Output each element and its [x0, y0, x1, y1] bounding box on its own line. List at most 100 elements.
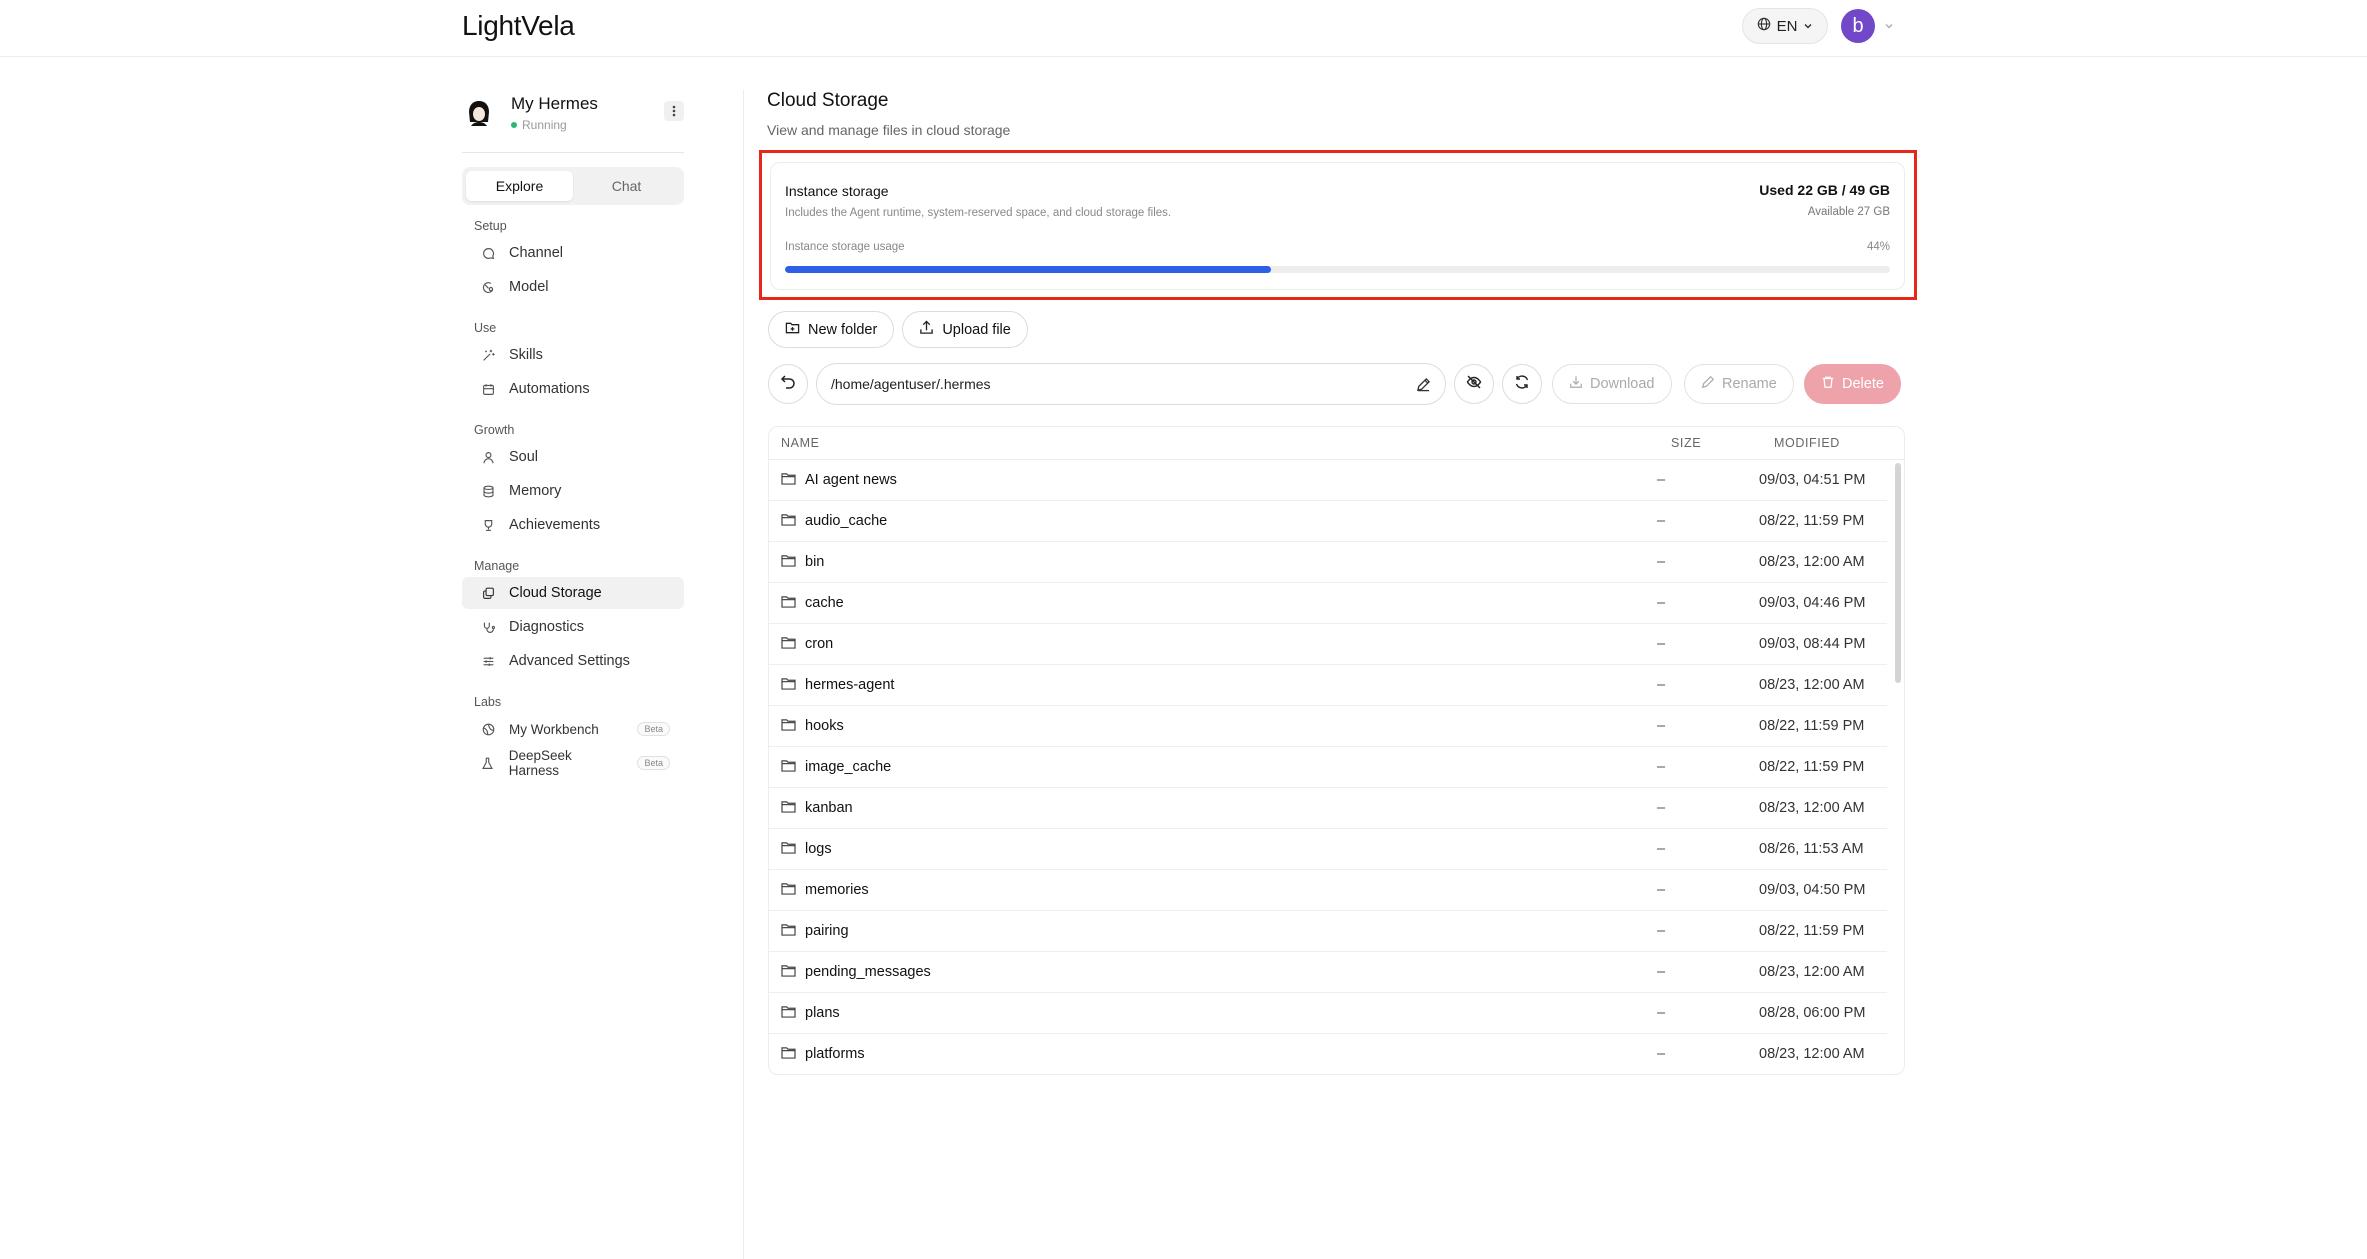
storage-available: Available 27 GB [1807, 206, 1890, 218]
tab-explore[interactable]: Explore [466, 171, 573, 201]
file-modified: 08/23, 12:00 AM [1759, 554, 1865, 570]
rename-button[interactable]: Rename [1684, 364, 1794, 404]
path-value: /home/agentuser/.hermes [831, 376, 991, 392]
storage-progress-fill [785, 266, 1272, 273]
file-size: – [1657, 636, 1666, 652]
sidebar-item-automations[interactable]: Automations [462, 373, 684, 405]
chevron-down-icon [1803, 18, 1813, 35]
sidebar-item-label: Channel [509, 245, 564, 261]
table-row[interactable]: hooks – 08/22, 11:59 PM [769, 706, 1887, 747]
app-logo[interactable]: LightVela [462, 10, 575, 42]
stethoscope-icon [481, 620, 495, 634]
path-input[interactable]: /home/agentuser/.hermes [816, 363, 1446, 405]
file-modified: 09/03, 04:51 PM [1759, 472, 1866, 488]
instance-storage-card: Instance storage Includes the Agent runt… [770, 162, 1905, 290]
file-modified: 08/28, 06:00 PM [1759, 1005, 1866, 1021]
file-modified: 08/22, 11:59 PM [1759, 759, 1865, 775]
table-row[interactable]: cache – 09/03, 04:46 PM [769, 583, 1887, 624]
agent-status: Running [511, 118, 567, 132]
file-modified: 08/23, 12:00 AM [1759, 677, 1865, 693]
storage-usage-label: Instance storage usage [785, 241, 905, 253]
upload-icon [919, 320, 934, 339]
more-options-button[interactable] [664, 101, 684, 121]
sidebar-item-memory[interactable]: Memory [462, 475, 684, 507]
toggle-hidden-button[interactable] [1454, 364, 1494, 404]
new-folder-button[interactable]: New folder [768, 311, 895, 348]
wand-icon [481, 348, 495, 362]
table-row[interactable]: plans – 08/28, 06:00 PM [769, 993, 1887, 1034]
storage-percent: 44% [1866, 241, 1890, 253]
folder-icon [781, 1046, 796, 1063]
agent-name: My Hermes [511, 94, 598, 113]
column-header-modified[interactable]: MODIFIED [1774, 436, 1840, 450]
sidebar-divider [462, 152, 684, 153]
table-row[interactable]: bin – 08/23, 12:00 AM [769, 542, 1887, 583]
table-scrollbar[interactable] [1895, 463, 1901, 683]
file-modified: 08/23, 12:00 AM [1759, 800, 1865, 816]
upload-file-label: Upload file [942, 321, 1011, 338]
delete-button[interactable]: Delete [1804, 364, 1901, 404]
file-modified: 08/23, 12:00 AM [1759, 964, 1865, 980]
tab-chat[interactable]: Chat [573, 171, 680, 201]
language-selector[interactable]: EN [1742, 8, 1828, 44]
sidebar-item-cloud-storage[interactable]: Cloud Storage [462, 577, 684, 609]
table-row[interactable]: image_cache – 08/22, 11:59 PM [769, 747, 1887, 788]
sidebar-item-skills[interactable]: Skills [462, 339, 684, 371]
folder-icon [781, 595, 796, 612]
table-row[interactable]: hermes-agent – 08/23, 12:00 AM [769, 665, 1887, 706]
column-header-size[interactable]: SIZE [1671, 436, 1701, 450]
folder-icon [781, 472, 796, 489]
sidebar-item-achievements[interactable]: Achievements [462, 509, 684, 541]
sidebar-item-label: Skills [509, 347, 543, 363]
table-row[interactable]: kanban – 08/23, 12:00 AM [769, 788, 1887, 829]
user-avatar[interactable]: b [1841, 9, 1875, 43]
upload-file-button[interactable]: Upload file [902, 311, 1028, 348]
column-header-name[interactable]: NAME [781, 436, 820, 450]
file-name: cron [805, 636, 834, 652]
sidebar-item-diagnostics[interactable]: Diagnostics [462, 611, 684, 643]
page-subtitle: View and manage files in cloud storage [767, 122, 1011, 138]
file-actions: New folder Upload file [768, 311, 1028, 348]
model-icon [481, 280, 495, 294]
refresh-button[interactable] [1502, 364, 1542, 404]
folder-plus-icon [785, 320, 800, 339]
view-tabs: Explore Chat [462, 167, 684, 205]
table-row[interactable]: pairing – 08/22, 11:59 PM [769, 911, 1887, 952]
sidebar-item-deepseek-harness[interactable]: DeepSeek Harness Beta [462, 747, 684, 779]
folder-icon [781, 882, 796, 899]
sidebar-item-advanced-settings[interactable]: Advanced Settings [462, 645, 684, 677]
file-size: – [1657, 882, 1666, 898]
download-button[interactable]: Download [1552, 364, 1672, 404]
file-size: – [1657, 718, 1666, 734]
table-row[interactable]: memories – 09/03, 04:50 PM [769, 870, 1887, 911]
folder-icon [781, 1005, 796, 1022]
file-size: – [1657, 472, 1666, 488]
table-row[interactable]: logs – 08/26, 11:53 AM [769, 829, 1887, 870]
delete-label: Delete [1842, 376, 1884, 392]
table-row[interactable]: pending_messages – 08/23, 12:00 AM [769, 952, 1887, 993]
sidebar-item-label: Advanced Settings [509, 653, 630, 669]
sidebar-item-label: Cloud Storage [509, 585, 602, 601]
agent-avatar [462, 96, 496, 130]
file-name: pending_messages [805, 964, 931, 980]
folder-icon [781, 554, 796, 571]
sidebar-item-soul[interactable]: Soul [462, 441, 684, 473]
chevron-down-icon[interactable] [1884, 18, 1894, 36]
agent-status-label: Running [522, 118, 567, 132]
sidebar-item-channel[interactable]: Channel [462, 237, 684, 269]
storage-icon [481, 586, 495, 600]
table-row[interactable]: audio_cache – 08/22, 11:59 PM [769, 501, 1887, 542]
status-dot [511, 122, 517, 128]
pencil-icon[interactable] [1416, 377, 1431, 392]
table-row[interactable]: platforms – 08/23, 12:00 AM [769, 1034, 1887, 1074]
file-name: audio_cache [805, 513, 888, 529]
sidebar-item-model[interactable]: Model [462, 271, 684, 303]
sidebar-item-my-workbench[interactable]: My Workbench Beta [462, 713, 684, 745]
folder-icon [781, 636, 796, 653]
agent-header: My Hermes Running [462, 90, 684, 152]
sidebar-item-label: Model [509, 279, 549, 295]
file-size: – [1657, 841, 1666, 857]
back-button[interactable] [768, 364, 808, 404]
table-row[interactable]: AI agent news – 09/03, 04:51 PM [769, 460, 1887, 501]
table-row[interactable]: cron – 09/03, 08:44 PM [769, 624, 1887, 665]
